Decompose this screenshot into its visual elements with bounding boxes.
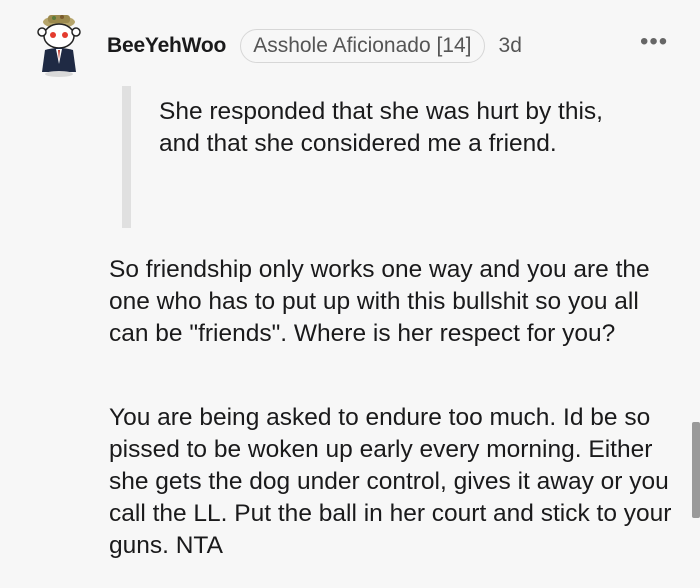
more-options-icon: ••• [640,28,669,55]
username-link[interactable]: BeeYehWoo [107,34,226,58]
user-flair: Asshole Aficionado [14] [240,29,485,63]
snoo-avatar-icon [37,15,81,77]
comment-header: BeeYehWoo Asshole Aficionado [14] 3d [107,28,522,64]
quote-text: She responded that she was hurt by this,… [159,98,603,157]
scrollbar-thumb[interactable] [692,422,700,518]
comment-paragraph-2: You are being asked to endure too much. … [109,404,672,559]
comment-paragraph-1: So friendship only works one way and you… [109,256,650,347]
user-avatar[interactable] [34,12,84,78]
comment: BeeYehWoo Asshole Aficionado [14] 3d •••… [0,0,700,588]
more-options-button[interactable]: ••• [640,30,668,54]
comment-age: 3d [498,34,522,57]
blockquote: She responded that she was hurt by this,… [122,86,671,228]
